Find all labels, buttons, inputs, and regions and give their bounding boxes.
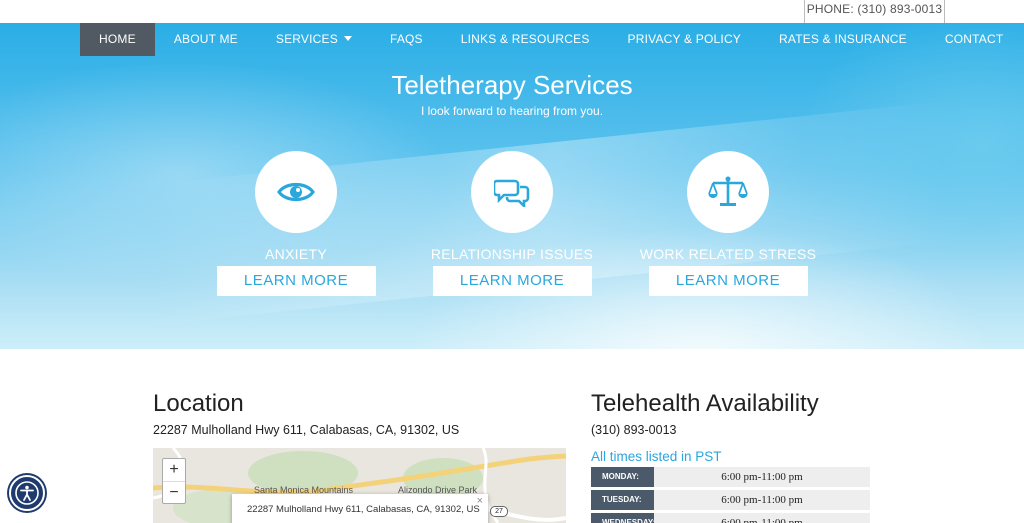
- nav-item-rates-insurance[interactable]: RATES & INSURANCE: [760, 23, 926, 56]
- map-zoom-in-button[interactable]: +: [163, 459, 185, 481]
- telehealth-title: Telehealth Availability: [591, 390, 819, 417]
- caret-down-icon: [343, 36, 352, 41]
- service-icon-circle: [255, 151, 337, 233]
- service-anxiety: ANXIETY LEARN MORE: [196, 151, 396, 296]
- service-label: RELATIONSHIP ISSUES: [430, 246, 594, 262]
- service-work-related-stress: WORK RELATED STRESS LEARN MORE: [628, 151, 828, 296]
- service-label: ANXIETY: [264, 246, 327, 262]
- scales-icon: [708, 176, 748, 206]
- main-nav: HOME ABOUT ME SERVICES FAQS LINKS & RESO…: [80, 23, 1022, 56]
- map-zoom-out-button[interactable]: −: [163, 481, 185, 503]
- nav-item-services[interactable]: SERVICES: [257, 23, 371, 56]
- service-relationship-issues: RELATIONSHIP ISSUES LEARN MORE: [412, 151, 612, 296]
- map-popup-text: 22287 Mulholland Hwy 611, Calabasas, CA,…: [247, 504, 480, 515]
- hours-day: MONDAY:: [591, 467, 654, 487]
- map-zoom-control: + −: [162, 458, 186, 504]
- route-badge: 27: [490, 506, 508, 517]
- top-bar: PHONE: (310) 893-0013: [0, 0, 1024, 23]
- hours-time: 6:00 pm-11:00 pm: [654, 490, 870, 510]
- nav-item-about-me[interactable]: ABOUT ME: [155, 23, 257, 56]
- accessibility-button[interactable]: [9, 475, 45, 511]
- hours-row: MONDAY: 6:00 pm-11:00 pm: [591, 467, 870, 487]
- accessibility-icon: [15, 481, 39, 505]
- hero-section: HOME ABOUT ME SERVICES FAQS LINKS & RESO…: [0, 23, 1024, 349]
- header-phone[interactable]: PHONE: (310) 893-0013: [804, 0, 945, 23]
- chat-bubbles-icon: [494, 179, 530, 207]
- hours-row: WEDNESDAY: 6:00 pm-11:00 pm: [591, 513, 870, 523]
- nav-item-privacy-policy[interactable]: PRIVACY & POLICY: [609, 23, 760, 56]
- hours-time: 6:00 pm-11:00 pm: [654, 513, 870, 523]
- location-title: Location: [153, 390, 244, 417]
- nav-item-home[interactable]: HOME: [80, 23, 155, 56]
- hero-title: Teletherapy Services: [391, 70, 633, 100]
- hero-subtitle: I look forward to hearing from you.: [420, 104, 604, 118]
- hours-table: MONDAY: 6:00 pm-11:00 pm TUESDAY: 6:00 p…: [591, 467, 870, 523]
- service-label: WORK RELATED STRESS: [639, 246, 817, 262]
- learn-more-button[interactable]: LEARN MORE: [648, 266, 808, 296]
- hours-time: 6:00 pm-11:00 pm: [654, 467, 870, 487]
- telehealth-phone[interactable]: (310) 893-0013: [591, 423, 676, 437]
- telehealth-timezone-note: All times listed in PST: [591, 449, 722, 464]
- nav-item-faqs[interactable]: FAQS: [371, 23, 442, 56]
- eye-icon: [277, 182, 315, 202]
- hours-day: TUESDAY:: [591, 490, 654, 510]
- nav-item-contact[interactable]: CONTACT: [926, 23, 1023, 56]
- close-icon[interactable]: ×: [477, 495, 483, 507]
- location-address: 22287 Mulholland Hwy 611, Calabasas, CA,…: [153, 423, 460, 437]
- nav-item-links-resources[interactable]: LINKS & RESOURCES: [442, 23, 609, 56]
- service-icon-circle: [687, 151, 769, 233]
- map-info-popup: 22287 Mulholland Hwy 611, Calabasas, CA,…: [232, 494, 488, 523]
- nav-item-services-label: SERVICES: [275, 32, 338, 46]
- learn-more-button[interactable]: LEARN MORE: [216, 266, 376, 296]
- service-icon-circle: [471, 151, 553, 233]
- hours-day: WEDNESDAY:: [591, 513, 655, 523]
- learn-more-button[interactable]: LEARN MORE: [432, 266, 592, 296]
- hours-row: TUESDAY: 6:00 pm-11:00 pm: [591, 490, 870, 510]
